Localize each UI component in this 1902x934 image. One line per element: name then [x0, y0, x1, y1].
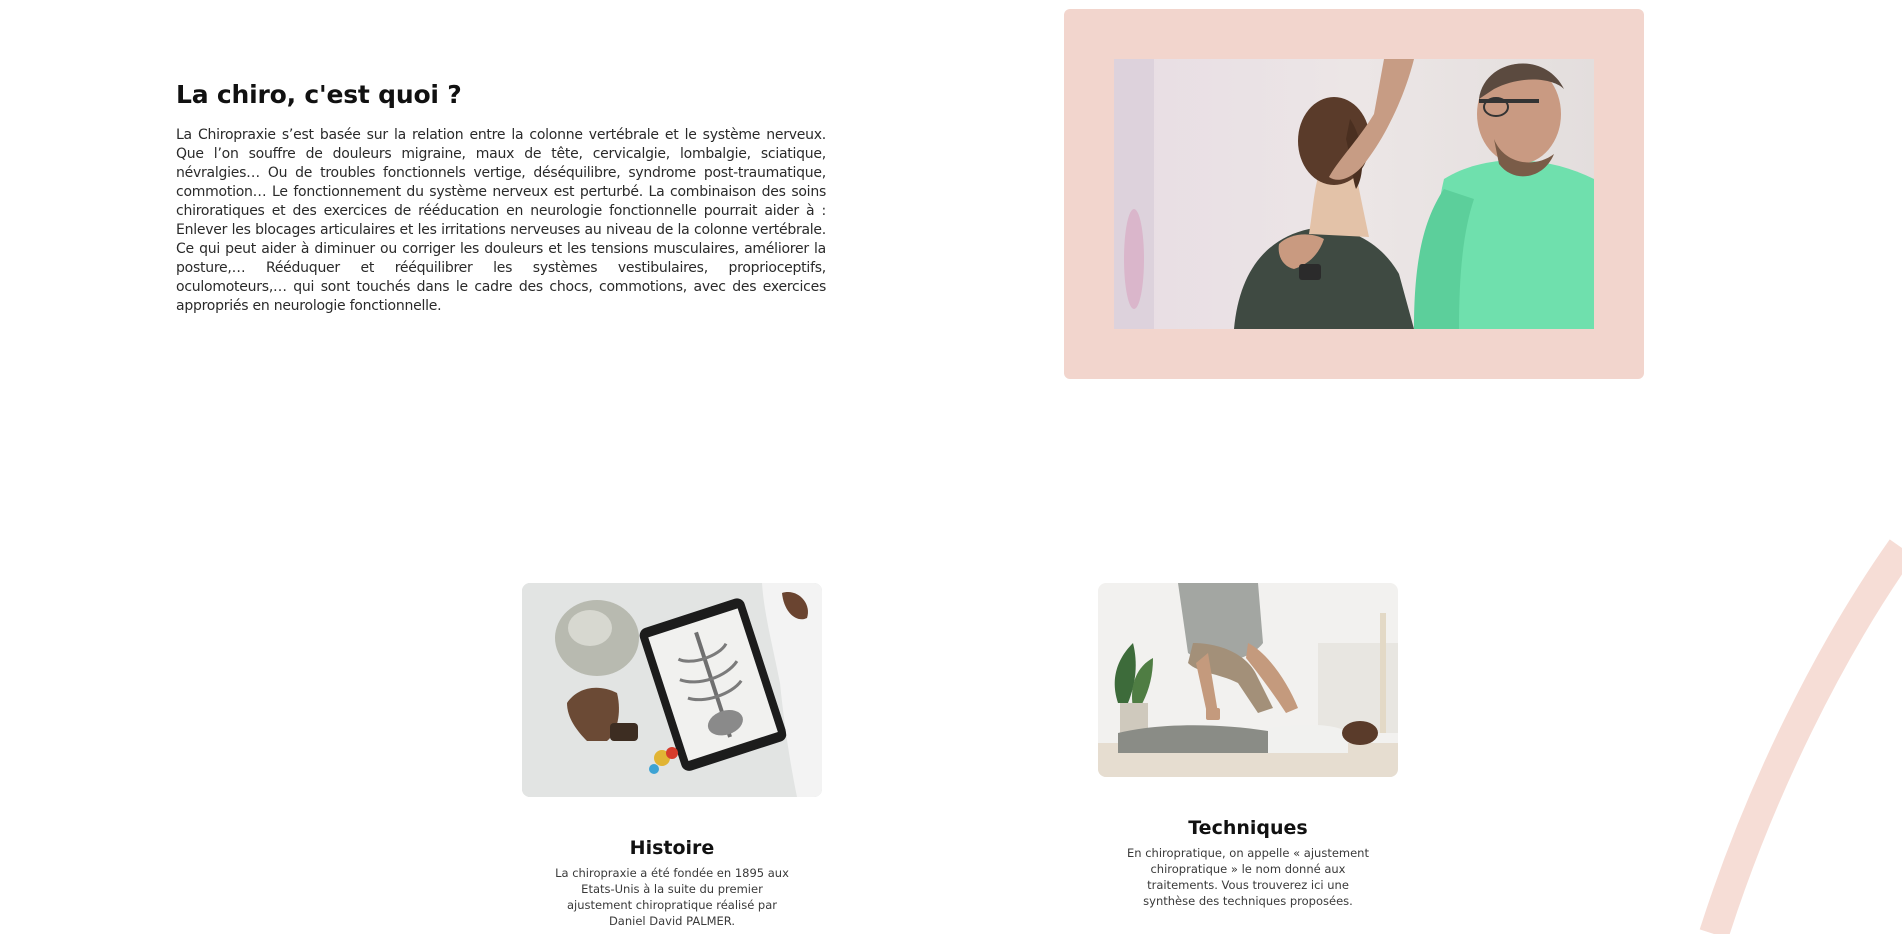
card-description: La chiropraxie a été fondée en 1895 aux …: [555, 866, 789, 928]
page: La chiro, c'est quoi ? La Chiropraxie s’…: [0, 0, 1902, 934]
techniques-image: [1098, 583, 1398, 777]
section-description: La Chiropraxie s’est basée sur la relati…: [176, 127, 826, 314]
card-description: En chiropratique, on appelle « ajustemen…: [1127, 846, 1369, 908]
card-histoire[interactable]: Histoire La chiropraxie a été fondée en …: [522, 583, 822, 929]
section-title: La chiro, c'est quoi ?: [176, 80, 462, 109]
chiropractor-photo: [1114, 59, 1594, 329]
card-title: Techniques: [1188, 817, 1308, 839]
histoire-image: [522, 583, 822, 797]
card-techniques[interactable]: Techniques En chiropratique, on appelle …: [1098, 583, 1398, 909]
photo-frame: [1064, 9, 1644, 379]
card-title: Histoire: [629, 837, 715, 859]
